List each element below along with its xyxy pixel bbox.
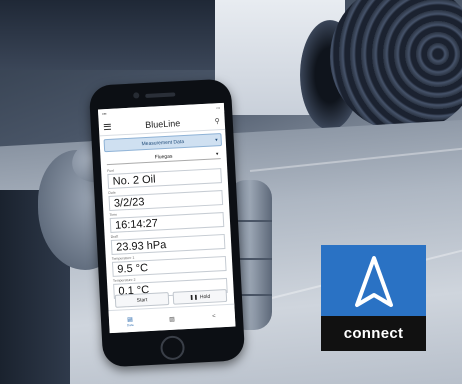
app-title: BlueLine	[144, 117, 181, 130]
nav-share[interactable]: <	[202, 307, 227, 326]
connect-badge: connect	[321, 245, 426, 351]
chevron-down-icon: ▾	[215, 136, 218, 143]
share-icon: <	[212, 313, 216, 320]
home-button[interactable]	[159, 335, 186, 361]
select-label: Fluegаs	[154, 153, 173, 161]
earpiece	[145, 92, 176, 98]
phone-screen: ▪▪▪ ▭ BlueLine ⚲ Measurement Data ▾ Flue…	[97, 102, 236, 334]
chevron-down-icon: ▾	[215, 150, 219, 157]
chart-icon: ▨	[169, 316, 176, 323]
hold-label: Hold	[199, 293, 211, 300]
badge-text: connect	[343, 325, 404, 342]
background-window	[0, 0, 220, 70]
hold-button[interactable]: ❚❚ Hold	[172, 288, 228, 305]
menu-icon[interactable]	[103, 123, 112, 130]
front-camera	[133, 92, 140, 99]
navigation-arrow-icon	[355, 256, 393, 307]
badge-label-bar: connect	[321, 316, 426, 351]
battery-icon: ▭	[216, 105, 221, 111]
link-icon[interactable]: ⚲	[214, 117, 219, 125]
tab-label: Measurement Data	[141, 138, 185, 147]
smartphone: ▪▪▪ ▭ BlueLine ⚲ Measurement Data ▾ Flue…	[88, 78, 246, 368]
measurement-list: Fuel No. 2 Oil Date 3/2/23 Time 16:14:27…	[101, 159, 234, 299]
nav-data[interactable]: ▤ Data	[118, 311, 143, 330]
nav-data-label: Data	[126, 322, 134, 327]
nav-chart[interactable]: ▨	[160, 309, 185, 328]
signal-icon: ▪▪▪	[102, 111, 107, 117]
bottom-navigation: ▤ Data ▨ <	[108, 303, 236, 334]
photo-scene: ▪▪▪ ▭ BlueLine ⚲ Measurement Data ▾ Flue…	[0, 0, 462, 384]
pause-icon: ❚❚	[189, 293, 199, 301]
start-button[interactable]: Start	[114, 292, 170, 308]
